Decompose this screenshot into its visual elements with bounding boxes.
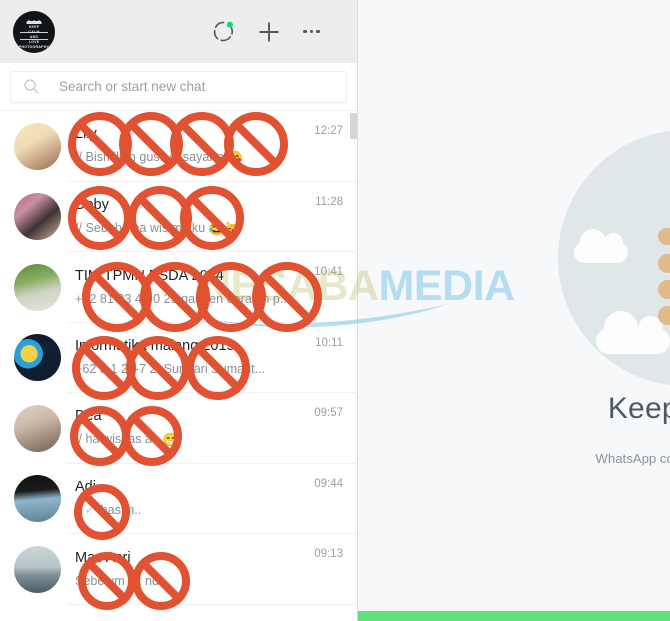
chat-item-body: Informatika malang 2015 +62 8 1 26-7 2: … <box>61 337 315 378</box>
chat-list-item[interactable]: TIM TPMN PSDA 2014 +62 81 33 44-0 23 gae… <box>0 252 357 323</box>
chat-preview-text: has in.. <box>100 503 142 518</box>
chat-preview-text: // Bismillah gusti ia sayang <box>75 150 224 165</box>
chat-list-item[interactable]: Dea // ha wis tas ae 😁 09:57 <box>0 393 357 464</box>
chat-list-item[interactable]: Lily // Bismillah gusti ia sayang 😘 12:2… <box>0 111 357 182</box>
chat-item-body: Lily // Bismillah gusti ia sayang 😘 <box>61 125 314 167</box>
chat-item-body: Deby // Sebab nea wis mlaku 😂😹 <box>61 196 315 238</box>
intro-subtitle: WhatsApp connects to your phone to sync … <box>595 451 670 466</box>
chat-name: TIM TPMN PSDA 2014 <box>75 267 224 284</box>
finger <box>658 228 670 245</box>
scrollbar-thumb[interactable] <box>350 113 357 139</box>
search-box[interactable] <box>10 70 347 103</box>
chat-time: 12:27 <box>314 125 343 137</box>
chat-preview-text: Sebelum ak ndi <box>75 573 162 588</box>
cloud-icon <box>574 229 628 263</box>
chat-preview-text: // Sebab nea wis mlaku <box>75 220 206 235</box>
chat-name: Mas Asri <box>75 549 131 566</box>
chat-time: 09:57 <box>314 407 343 419</box>
chat-name: Adi <box>75 479 96 496</box>
chat-time: 09:44 <box>314 477 343 490</box>
avatar <box>14 334 61 382</box>
chat-preview-text: // ha wis tas ae <box>75 432 159 447</box>
phone-in-hand-illustration <box>558 130 670 386</box>
avatar <box>14 122 61 170</box>
whatsapp-web-window: KEEP CALM AND LOVE PHOTOGRAPHY Search or… <box>0 0 670 621</box>
finger <box>658 280 670 299</box>
chat-preview-emoji: 😘 <box>226 150 244 166</box>
profile-avatar[interactable]: KEEP CALM AND LOVE PHOTOGRAPHY <box>13 10 55 53</box>
sidebar-header: KEEP CALM AND LOVE PHOTOGRAPHY <box>0 0 357 63</box>
sidebar-header-actions <box>212 20 344 44</box>
chat-preview: +62 8 1 26-7 2: Sura ari Sumant... <box>75 360 309 378</box>
read-receipt-icon: ✓✓ <box>75 503 95 518</box>
chat-preview: +62 81 33 44-0 23 gaenen dara un p... <box>75 290 308 308</box>
avatar <box>14 263 61 311</box>
dot-1 <box>303 29 307 34</box>
chat-list-item[interactable]: Mas Asri Sebelum ak ndi 09:13 <box>0 534 357 605</box>
status-icon[interactable] <box>212 20 235 43</box>
dot-2 <box>309 29 314 34</box>
chat-list-scrollbar[interactable] <box>350 111 357 621</box>
search-bar <box>0 63 357 111</box>
chat-sidebar: KEEP CALM AND LOVE PHOTOGRAPHY Search or… <box>0 0 358 621</box>
avatar <box>14 193 61 241</box>
status-badge <box>227 21 234 28</box>
chat-time: 10:11 <box>315 336 343 349</box>
avatar <box>14 545 61 593</box>
chat-item-body: TIM TPMN PSDA 2014 +62 81 33 44-0 23 gae… <box>61 267 314 308</box>
chat-item-body: Dea // ha wis tas ae 😁 <box>61 407 314 449</box>
search-input[interactable] <box>45 79 334 94</box>
chat-preview: // ha wis tas ae 😁 <box>75 430 308 449</box>
chat-preview-emoji: 😂😹 <box>208 220 242 236</box>
chat-preview: // Sebab nea wis mlaku 😂😹 <box>75 219 309 238</box>
dot-3 <box>316 29 320 34</box>
chat-item-body: Mas Asri Sebelum ak ndi <box>61 549 314 590</box>
avatar-caption: KEEP CALM AND LOVE PHOTOGRAPHY <box>18 24 50 50</box>
chat-preview: ✓✓ has in.. <box>75 501 308 519</box>
new-chat-icon[interactable] <box>257 20 281 44</box>
crown-icon <box>26 15 42 24</box>
chat-preview-text: +62 81 33 44-0 23 gaenen dara un p... <box>75 291 291 306</box>
intro-panel: Keep your phone connected WhatsApp conne… <box>358 0 670 621</box>
avatar <box>14 404 61 452</box>
chat-name: Deby <box>75 196 109 213</box>
chat-time: 10:41 <box>314 266 343 278</box>
chat-time: 11:28 <box>315 195 343 208</box>
chat-name: Lily <box>75 126 97 143</box>
chat-list-item[interactable]: Adi ✓✓ has in.. 09:44 <box>0 464 357 535</box>
intro-text-block: Keep your phone connected WhatsApp conne… <box>488 392 670 490</box>
chat-preview-text: +62 8 1 26-7 2: Sura ari Sumant... <box>75 362 266 377</box>
hand-icon <box>658 228 670 350</box>
finger <box>658 254 670 273</box>
chat-item-body: Adi ✓✓ has in.. <box>61 478 314 519</box>
chat-list-item[interactable]: Informatika malang 2015 +62 8 1 26-7 2: … <box>0 323 357 394</box>
chat-name: Informatika malang 2015 <box>75 338 235 355</box>
menu-icon[interactable] <box>303 29 320 34</box>
intro-title: Keep your phone connected <box>607 392 670 425</box>
finger <box>658 306 670 325</box>
search-icon <box>23 78 45 95</box>
chat-preview-emoji: 😁 <box>162 432 179 448</box>
chat-name: Dea <box>75 408 102 425</box>
chat-preview: // Bismillah gusti ia sayang 😘 <box>75 148 308 167</box>
chat-time: 09:13 <box>314 548 343 560</box>
chat-list-item[interactable]: Deby // Sebab nea wis mlaku 😂😹 11:28 <box>0 182 357 253</box>
bottom-green-bar <box>358 611 670 621</box>
chat-list[interactable]: Lily // Bismillah gusti ia sayang 😘 12:2… <box>0 111 357 621</box>
avatar <box>14 475 61 523</box>
chat-preview: Sebelum ak ndi <box>75 572 308 590</box>
